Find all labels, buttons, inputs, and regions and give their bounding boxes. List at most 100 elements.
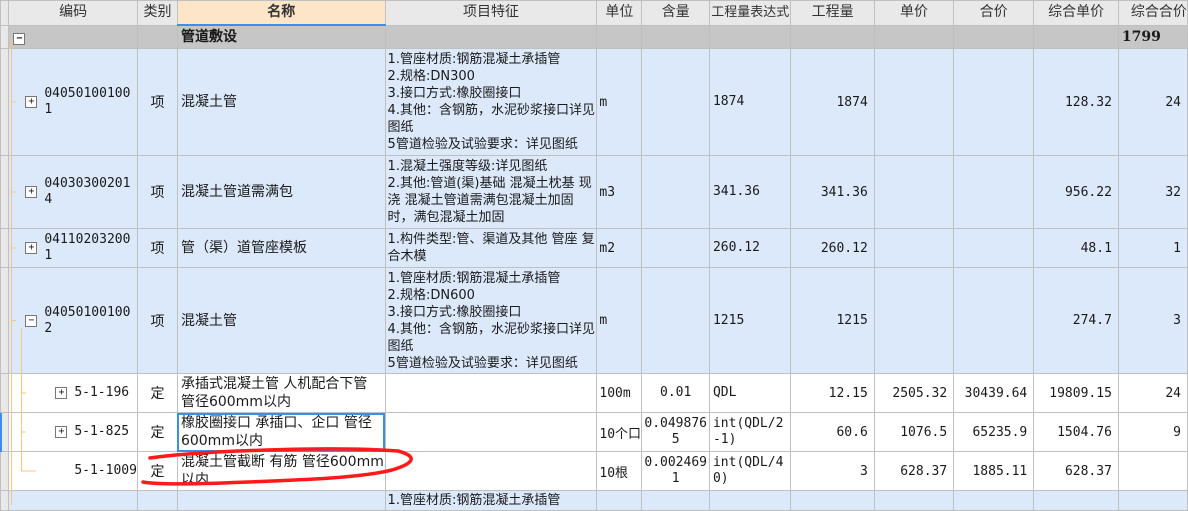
col-header-expr[interactable]: 工程量表达式 <box>708 0 792 26</box>
expr-cell[interactable]: QDL <box>708 373 792 413</box>
code-cell[interactable]: +040303002014 <box>8 155 138 229</box>
type-cell[interactable]: 定 <box>136 412 178 452</box>
code-cell[interactable]: 5-1-1009 <box>8 451 138 491</box>
name-cell[interactable]: 橡胶圈接口 承插口、企口 管径600mm以内 <box>176 412 386 452</box>
features-cell[interactable]: 1.管座材质:钢筋混凝土承插管 2.规格:DN300 3.接口方式:橡胶圈接口 … <box>384 48 598 156</box>
total-cell[interactable]: 65235.9 <box>953 412 1035 452</box>
content-cell[interactable] <box>641 490 710 511</box>
col-header-price[interactable]: 单价 <box>873 0 955 26</box>
price-cell[interactable]: 1076.5 <box>873 412 955 452</box>
expand-toggle-icon[interactable]: + <box>25 186 38 198</box>
unit-cell[interactable]: m3 <box>596 155 643 229</box>
price-cell[interactable] <box>873 228 955 268</box>
name-cell[interactable]: 管（渠）道管座模板 <box>176 228 386 268</box>
comp-total-cell[interactable] <box>1117 451 1188 491</box>
collapse-toggle-icon[interactable]: − <box>25 314 38 327</box>
col-header-features[interactable]: 项目特征 <box>384 0 598 26</box>
features-cell[interactable]: 1.混凝土强度等级:详见图纸 2.其他:管道(渠)基础 混凝土枕基 现浇 混凝土… <box>384 155 598 229</box>
comp-total-cell[interactable]: 3 <box>1117 267 1188 374</box>
content-cell[interactable]: 0.0024691 <box>641 451 710 491</box>
type-cell[interactable] <box>136 490 178 511</box>
name-cell[interactable] <box>176 490 386 511</box>
code-cell[interactable]: −040501001002 <box>8 267 138 374</box>
expand-toggle-icon[interactable]: + <box>25 96 38 108</box>
comp-total-cell[interactable]: 24 <box>1117 373 1188 413</box>
total-cell[interactable] <box>953 155 1035 229</box>
unit-cell[interactable]: m2 <box>596 228 643 268</box>
expr-cell[interactable]: 341.36 <box>708 155 792 229</box>
col-header-total[interactable]: 合价 <box>953 0 1035 26</box>
type-cell[interactable]: 项 <box>136 228 178 268</box>
features-cell[interactable] <box>384 412 598 452</box>
bill-item-row[interactable]: +040501001001 项混凝土管 1.管座材质:钢筋混凝土承插管 2.规格:D… <box>0 48 1188 156</box>
comp-total-cell[interactable]: 9 <box>1117 412 1188 452</box>
features-cell[interactable]: 1.构件类型:管、渠道及其他 管座 复合木模 <box>384 228 598 268</box>
qty-cell[interactable]: 260.12 <box>790 228 875 268</box>
expr-cell[interactable]: int(QDL/40) <box>708 451 792 491</box>
col-header-type[interactable]: 类别 <box>136 0 178 26</box>
unit-cell[interactable]: 100m <box>596 373 643 413</box>
qty-cell[interactable]: 341.36 <box>790 155 875 229</box>
total-cell[interactable] <box>953 490 1035 511</box>
expr-cell[interactable]: 260.12 <box>708 228 792 268</box>
price-cell[interactable] <box>873 490 955 511</box>
price-cell[interactable]: 2505.32 <box>873 373 955 413</box>
qty-cell[interactable]: 3 <box>790 451 875 491</box>
unit-cell[interactable]: m <box>596 267 643 374</box>
code-cell[interactable]: +5-1-825 <box>8 412 138 452</box>
qty-cell[interactable]: 1874 <box>790 48 875 156</box>
comp-price-cell[interactable]: 48.1 <box>1033 228 1119 268</box>
name-cell[interactable]: 混凝土管道需满包 <box>176 155 386 229</box>
comp-price-cell[interactable]: 628.37 <box>1033 451 1119 491</box>
bill-item-row[interactable]: −040501001002 项混凝土管 1.管座材质:钢筋混凝土承插管 2.规格:D… <box>0 267 1188 374</box>
type-cell[interactable]: 定 <box>136 451 178 491</box>
comp-total-cell[interactable]: 1 <box>1117 228 1188 268</box>
col-header-name[interactable]: 名称 <box>176 0 386 26</box>
features-cell[interactable]: 1.管座材质:钢筋混凝土承插管 <box>384 490 598 511</box>
quota-row[interactable]: +5-1-196 定承插式混凝土管 人机配合下管 管径600mm以内 100m 0.0… <box>0 373 1188 413</box>
comp-price-cell[interactable] <box>1033 490 1119 511</box>
content-cell[interactable] <box>641 48 710 156</box>
qty-cell[interactable]: 60.6 <box>790 412 875 452</box>
expand-toggle-icon[interactable]: + <box>25 242 38 254</box>
qty-cell[interactable]: 1215 <box>790 267 875 374</box>
type-cell[interactable]: 项 <box>136 267 178 374</box>
code-cell[interactable]: +041102032001 <box>8 228 138 268</box>
bill-item-row[interactable]: +041102032001 项管（渠）道管座模板 1.构件类型:管、渠道及其他 管座… <box>0 228 1188 268</box>
col-header-unit[interactable]: 单位 <box>596 0 643 26</box>
total-cell[interactable] <box>953 267 1035 374</box>
code-cell[interactable]: +040501001001 <box>8 48 138 156</box>
expr-cell[interactable]: 1874 <box>708 48 792 156</box>
comp-total-cell[interactable]: 24 <box>1117 48 1188 156</box>
name-cell[interactable]: 混凝土管截断 有筋 管径600mm以内 <box>176 451 386 491</box>
type-cell[interactable]: 项 <box>136 48 178 156</box>
qty-cell[interactable]: 12.15 <box>790 373 875 413</box>
features-cell[interactable] <box>384 451 598 491</box>
comp-price-cell[interactable]: 1504.76 <box>1033 412 1119 452</box>
total-cell[interactable]: 1885.11 <box>953 451 1035 491</box>
code-cell[interactable] <box>8 490 138 511</box>
code-cell[interactable]: +5-1-196 <box>8 373 138 413</box>
comp-price-cell[interactable]: 956.22 <box>1033 155 1119 229</box>
quota-row[interactable]: +5-1-825 定橡胶圈接口 承插口、企口 管径600mm以内 10个口 0.049… <box>0 412 1188 452</box>
total-cell[interactable] <box>953 48 1035 156</box>
comp-total-cell[interactable] <box>1117 490 1188 511</box>
expr-cell[interactable] <box>708 490 792 511</box>
unit-cell[interactable] <box>596 490 643 511</box>
comp-price-cell[interactable]: 19809.15 <box>1033 373 1119 413</box>
name-cell[interactable]: 承插式混凝土管 人机配合下管 管径600mm以内 <box>176 373 386 413</box>
bill-item-row[interactable]: +040303002014 项混凝土管道需满包 1.混凝土强度等级:详见图纸 2.其… <box>0 155 1188 229</box>
content-cell[interactable] <box>641 267 710 374</box>
price-cell[interactable] <box>873 155 955 229</box>
collapse-toggle-icon[interactable]: − <box>13 32 26 45</box>
price-cell[interactable]: 628.37 <box>873 451 955 491</box>
comp-total-cell[interactable]: 32 <box>1117 155 1188 229</box>
content-cell[interactable] <box>641 228 710 268</box>
name-cell[interactable]: 混凝土管 <box>176 48 386 156</box>
total-cell[interactable] <box>953 228 1035 268</box>
comp-price-cell[interactable]: 128.32 <box>1033 48 1119 156</box>
col-header-qty[interactable]: 工程量 <box>790 0 875 26</box>
unit-cell[interactable]: 10根 <box>596 451 643 491</box>
col-header-code[interactable]: 编码 <box>8 0 138 26</box>
comp-price-cell[interactable]: 274.7 <box>1033 267 1119 374</box>
